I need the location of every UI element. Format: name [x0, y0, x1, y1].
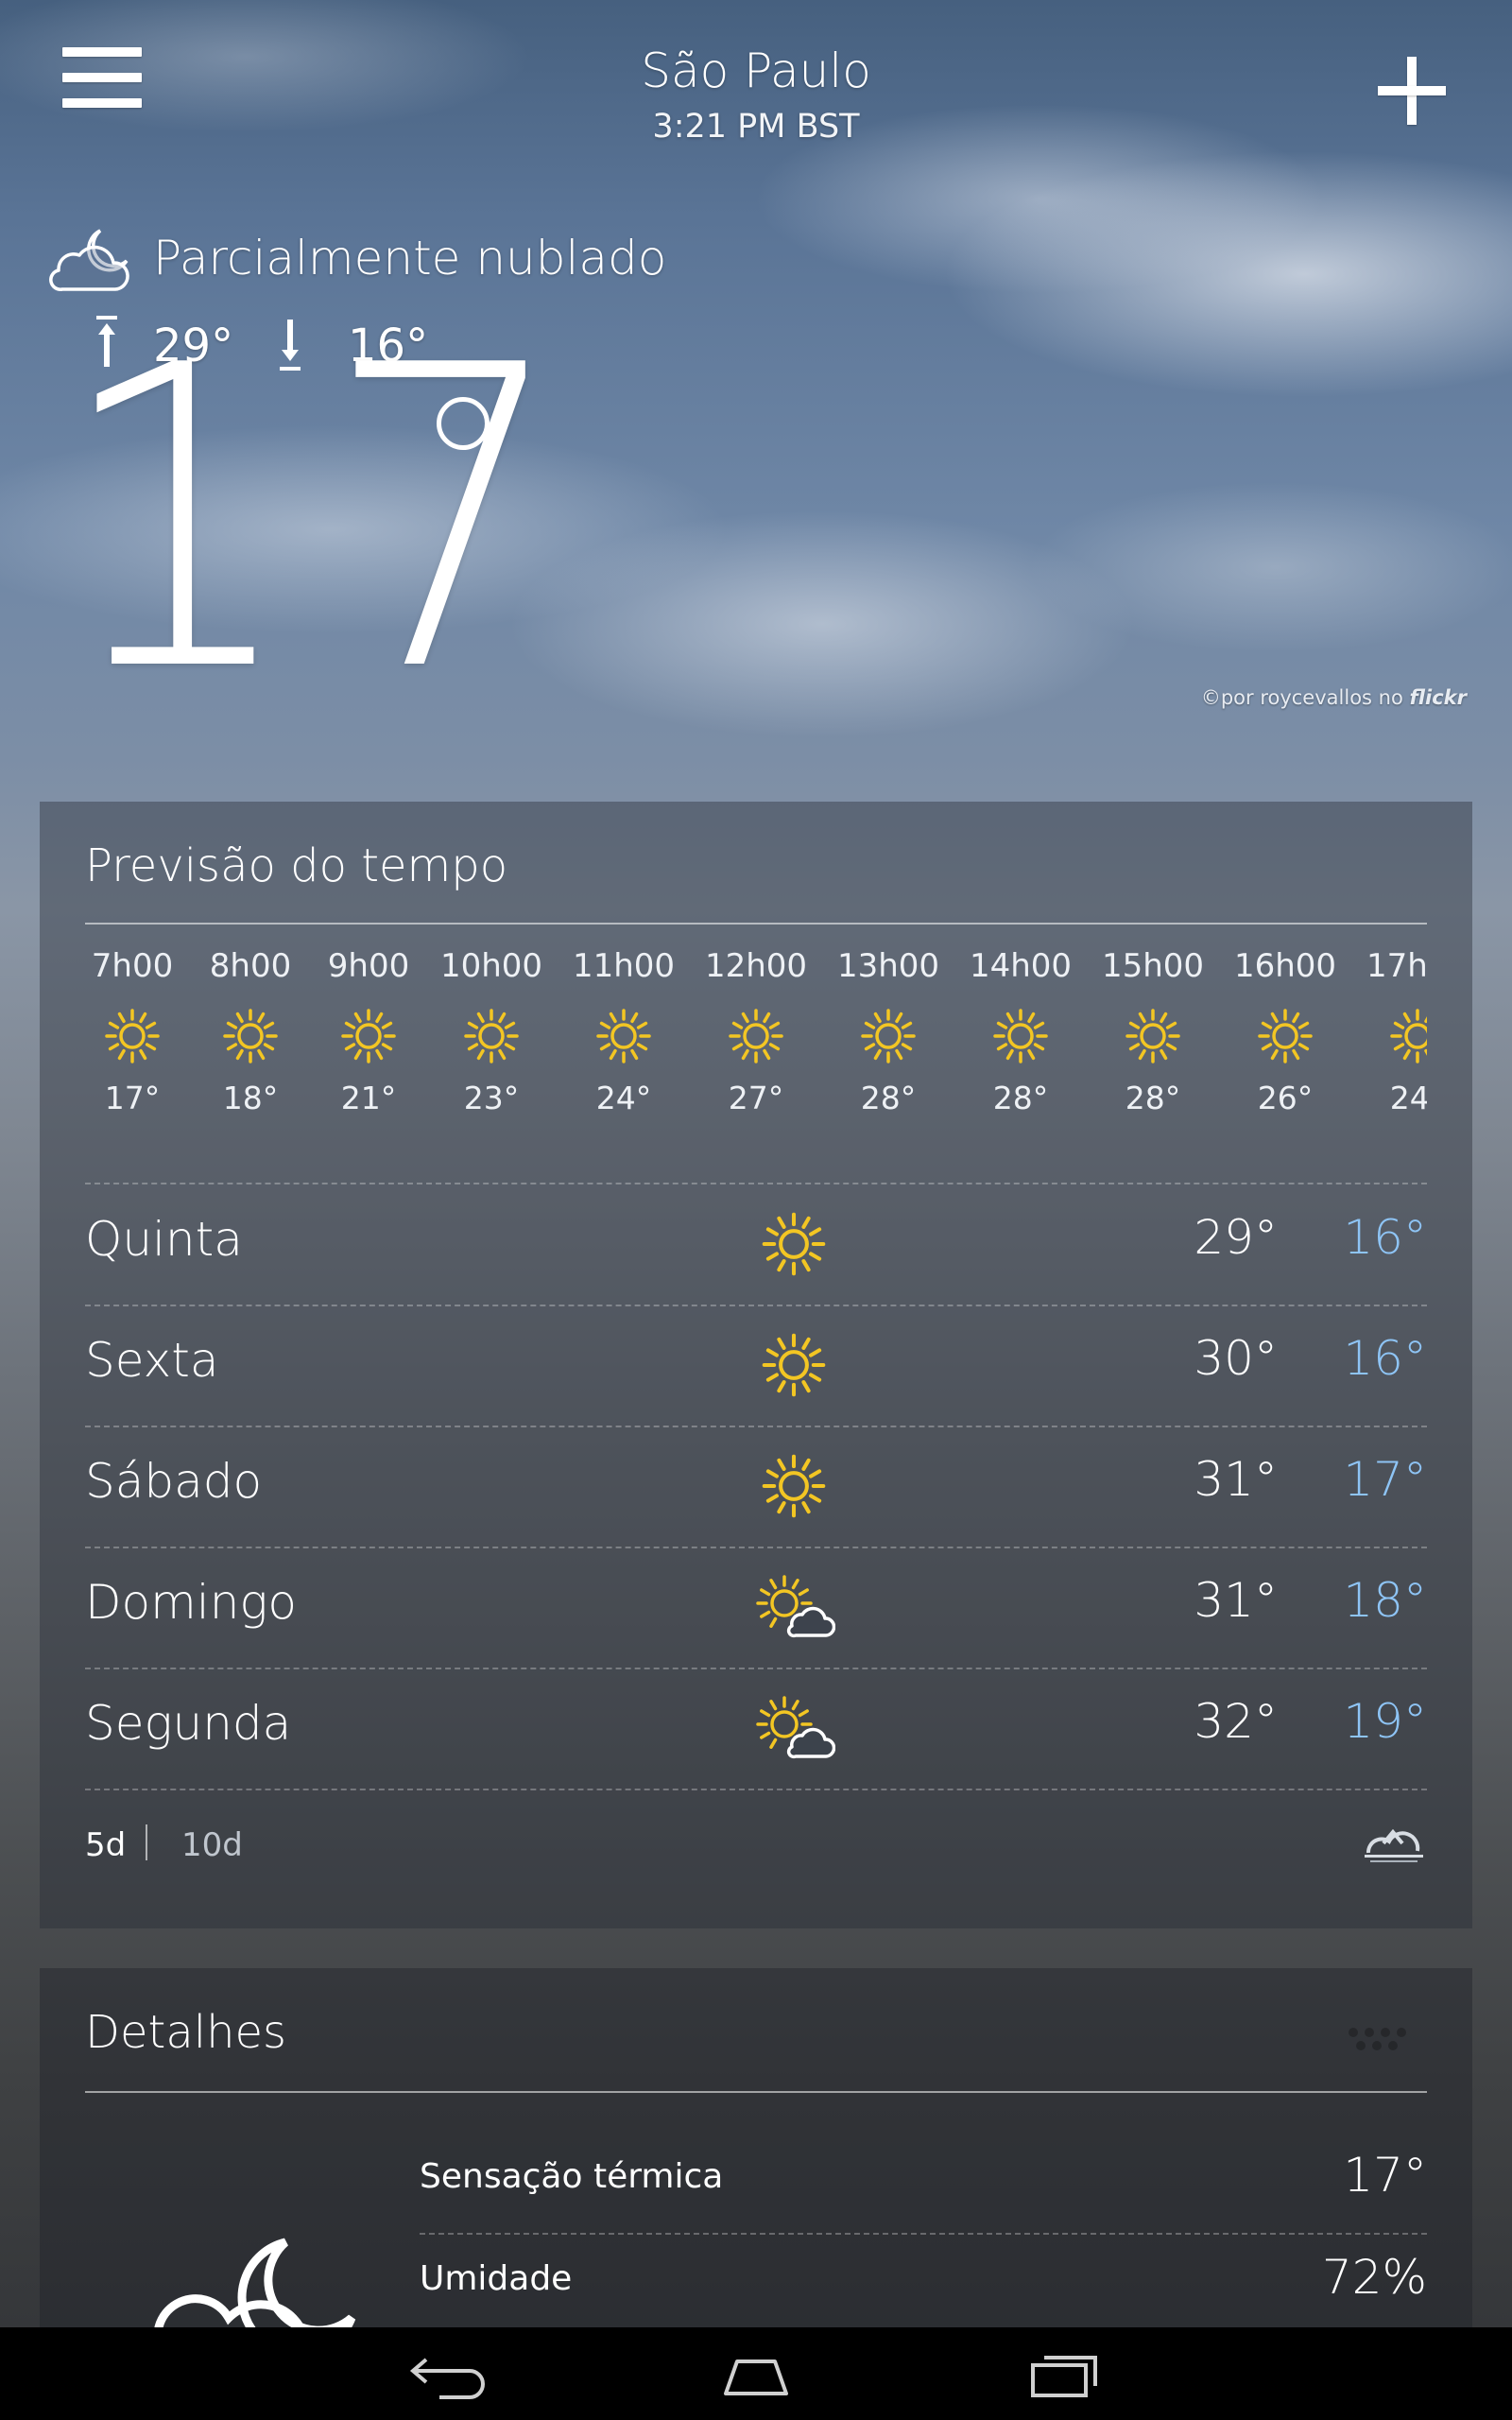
- sun-icon: [1390, 1009, 1427, 1063]
- day-high: 31°: [1194, 1573, 1278, 1628]
- daily-row[interactable]: Domingo 31° 18°: [85, 1547, 1427, 1666]
- sun-icon: [729, 1009, 783, 1063]
- hourly-time: 16h00: [1233, 947, 1337, 985]
- divider: [420, 2233, 1427, 2235]
- day-name: Segunda: [85, 1696, 292, 1751]
- day-low: 16°: [1343, 1331, 1427, 1386]
- hourly-item: 15h00 28°: [1082, 943, 1224, 1116]
- loading-icon: [1349, 2028, 1406, 2050]
- hourly-time: 11h00: [572, 947, 676, 985]
- day-high: 31°: [1194, 1452, 1278, 1507]
- sun-icon: [464, 1009, 519, 1063]
- hourly-temp: 28°: [992, 1080, 1049, 1116]
- hourly-temp: 24°: [1389, 1080, 1427, 1116]
- toggle-5d[interactable]: 5d: [85, 1826, 126, 1864]
- daily-row[interactable]: Sábado 31° 17°: [85, 1426, 1427, 1545]
- hourly-item: 11h00 24°: [553, 943, 695, 1116]
- day-name: Domingo: [85, 1575, 297, 1630]
- forecast-title: Previsão do tempo: [85, 839, 508, 892]
- sun-icon: [341, 1009, 396, 1063]
- day-name: Quinta: [85, 1212, 243, 1267]
- day-high: 30°: [1194, 1331, 1278, 1386]
- photo-credit[interactable]: ©por roycevallos no flickr: [1201, 686, 1467, 709]
- local-time: 3:21 PM BST: [652, 108, 860, 146]
- detail-label: Umidade: [420, 2259, 573, 2298]
- city-name: São Paulo: [641, 43, 871, 98]
- hourly-time: 13h00: [836, 947, 940, 985]
- hourly-item: 16h00 26°: [1214, 943, 1356, 1116]
- divider: [85, 1789, 1427, 1790]
- hourly-item: 12h00 27°: [685, 943, 827, 1116]
- sun-icon: [993, 1009, 1048, 1063]
- sun-icon: [223, 1009, 278, 1063]
- detail-value: 17°: [1343, 2148, 1427, 2203]
- sun-icon: [762, 1333, 826, 1397]
- divider: [85, 2091, 1427, 2093]
- hourly-time: 9h00: [327, 947, 410, 985]
- current-temperature: 17: [55, 278, 594, 762]
- day-low: 19°: [1343, 1694, 1427, 1749]
- hourly-time: 17h00: [1366, 947, 1427, 985]
- partly-cloudy-icon: [756, 1696, 835, 1759]
- home-icon[interactable]: [709, 2348, 803, 2401]
- sun-icon: [596, 1009, 651, 1063]
- recent-apps-icon[interactable]: [1016, 2348, 1110, 2401]
- hourly-time: 15h00: [1101, 947, 1205, 985]
- divider: [85, 923, 1427, 925]
- partly-cloudy-icon: [756, 1575, 835, 1638]
- sun-icon: [1125, 1009, 1180, 1063]
- sun-icon: [762, 1454, 826, 1518]
- forecast-card: Previsão do tempo 7h00 17° 8h00 18° 9h00 21° 1…: [40, 802, 1472, 1928]
- toggle-10d[interactable]: 10d: [181, 1826, 243, 1864]
- hourly-temp: 21°: [340, 1080, 397, 1116]
- day-high: 32°: [1194, 1694, 1278, 1749]
- hourly-temp: 28°: [1125, 1080, 1181, 1116]
- day-name: Sábado: [85, 1454, 263, 1509]
- hourly-temp: 26°: [1257, 1080, 1314, 1116]
- add-icon[interactable]: [1378, 57, 1446, 125]
- hourly-temp: 28°: [860, 1080, 917, 1116]
- daily-row[interactable]: Sexta 30° 16°: [85, 1305, 1427, 1424]
- hourly-forecast[interactable]: 7h00 17° 8h00 18° 9h00 21° 10h00 23° 11h00 24° 12h…: [85, 943, 1427, 1123]
- weather-underground-logo[interactable]: [1361, 1823, 1427, 1866]
- hourly-item: 9h00 21°: [298, 943, 439, 1116]
- day-low: 16°: [1343, 1210, 1427, 1265]
- sun-icon: [1258, 1009, 1313, 1063]
- day-low: 18°: [1343, 1573, 1427, 1628]
- hourly-item: 17h00 24°: [1347, 943, 1427, 1116]
- sun-icon: [762, 1212, 826, 1276]
- detail-row: Umidade 72%: [420, 2240, 1427, 2335]
- hourly-item: 13h00 28°: [817, 943, 959, 1116]
- divider: [146, 1824, 147, 1860]
- hourly-time: 14h00: [969, 947, 1073, 985]
- sun-icon: [861, 1009, 916, 1063]
- back-icon[interactable]: [402, 2348, 496, 2401]
- detail-value: 72%: [1321, 2250, 1427, 2305]
- hourly-time: 12h00: [704, 947, 808, 985]
- daily-row[interactable]: Segunda 32° 19°: [85, 1668, 1427, 1787]
- hourly-item: 10h00 23°: [421, 943, 562, 1116]
- sun-icon: [105, 1009, 160, 1063]
- daily-row[interactable]: Quinta 29° 16°: [85, 1184, 1427, 1303]
- hourly-temp: 23°: [463, 1080, 520, 1116]
- details-card: Detalhes Sensação térmica 17° Umidade 72%: [40, 1968, 1472, 2359]
- day-name: Sexta: [85, 1333, 219, 1388]
- hourly-time: 10h00: [439, 947, 543, 985]
- hourly-item: 14h00 28°: [950, 943, 1091, 1116]
- detail-label: Sensação térmica: [420, 2157, 724, 2196]
- detail-row: Sensação térmica 17°: [420, 2138, 1427, 2233]
- hourly-temp: 27°: [728, 1080, 784, 1116]
- details-title: Detalhes: [85, 2006, 287, 2059]
- system-nav-bar: [0, 2327, 1512, 2420]
- day-low: 17°: [1343, 1452, 1427, 1507]
- day-high: 29°: [1194, 1210, 1278, 1265]
- hourly-temp: 24°: [595, 1080, 652, 1116]
- degree-symbol: [437, 397, 490, 450]
